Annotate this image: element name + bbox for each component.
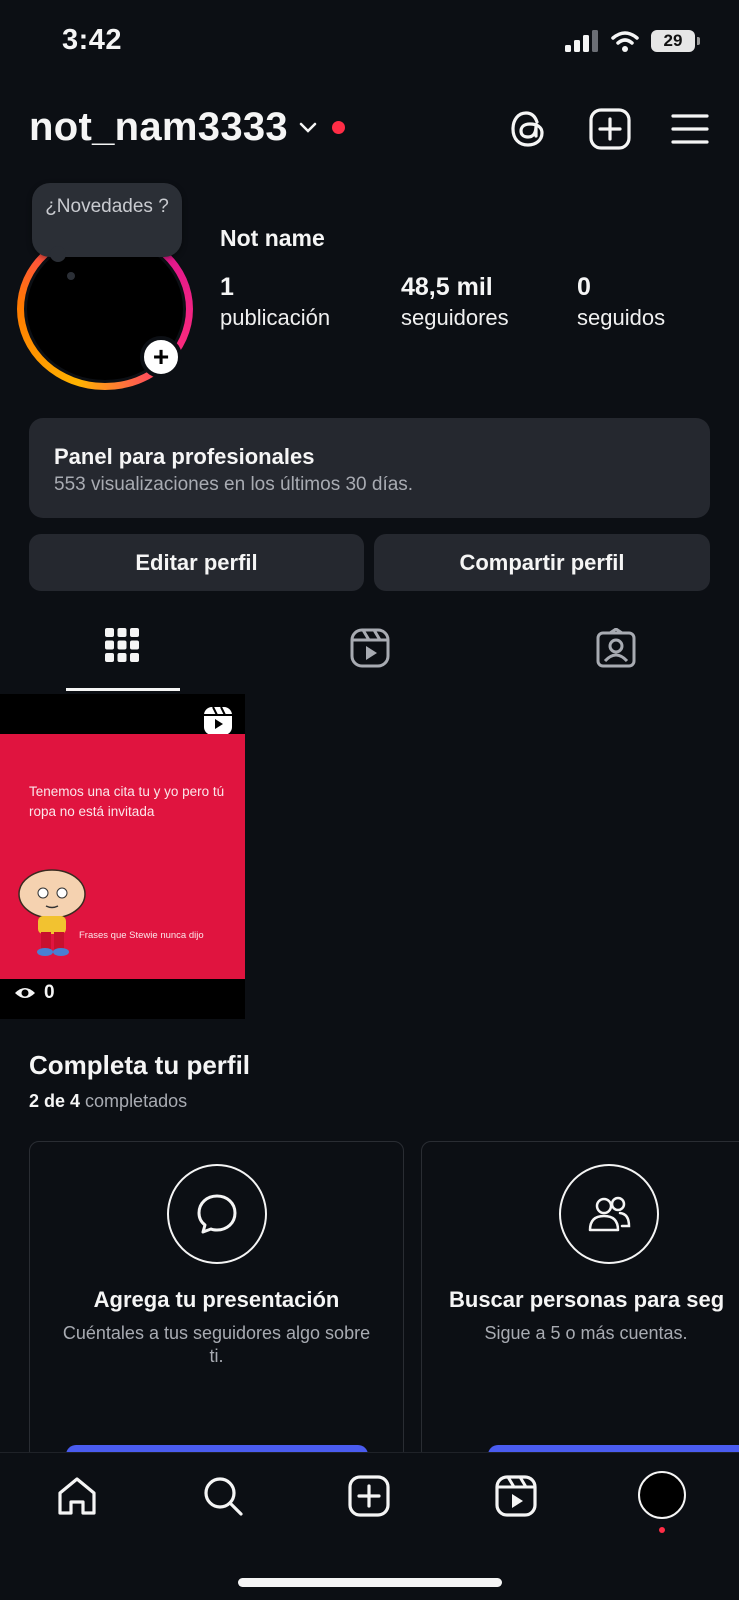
threads-icon[interactable] <box>509 108 549 150</box>
card-title: Buscar personas para seg <box>449 1287 725 1312</box>
notification-dot <box>659 1527 665 1533</box>
post-image: Tenemos una cita tu y yo pero tú ropa no… <box>0 734 245 979</box>
signal-icon <box>565 30 598 52</box>
stewie-illustration <box>18 869 86 956</box>
tab-grid[interactable] <box>105 628 139 667</box>
card-add-bio[interactable]: Agrega tu presentación Cuéntales a tus s… <box>29 1141 404 1461</box>
nav-home[interactable] <box>56 1475 98 1522</box>
home-icon <box>58 1477 96 1515</box>
create-icon <box>348 1475 390 1517</box>
stat-label: seguidores <box>401 305 509 330</box>
reels-icon <box>495 1475 537 1517</box>
chevron-down-icon <box>299 122 317 133</box>
reels-icon <box>350 628 390 668</box>
post-thumbnail[interactable]: Tenemos una cita tu y yo pero tú ropa no… <box>0 694 245 1019</box>
stat-following[interactable]: 0 seguidos <box>577 273 665 331</box>
eye-icon <box>15 988 35 998</box>
post-text: Tenemos una cita tu y yo pero tú ropa no… <box>29 784 225 819</box>
views-count: 0 <box>44 982 55 1003</box>
panel-title: Panel para profesionales <box>54 444 315 469</box>
nav-create[interactable] <box>348 1475 390 1522</box>
card-subtitle: Cuéntales a tus seguidores algo sobre ti… <box>62 1323 371 1366</box>
people-icon <box>559 1164 659 1264</box>
search-icon <box>204 1477 243 1516</box>
post-caption: Frases que Stewie nunca dijo <box>79 930 204 941</box>
card-find-people[interactable]: Buscar personas para seg Sigue a 5 o más… <box>421 1141 739 1461</box>
card-subtitle: Sigue a 5 o más cuentas. <box>484 1323 688 1343</box>
nav-profile[interactable] <box>638 1471 686 1533</box>
stat-value: 48,5 mil <box>401 273 493 301</box>
username: not_nam3333 <box>29 105 288 149</box>
complete-profile-title: Completa tu perfil <box>29 1050 251 1080</box>
share-profile-button[interactable]: Compartir perfil <box>374 534 710 591</box>
stat-value: 0 <box>577 273 591 301</box>
tagged-user-icon <box>596 627 636 668</box>
stat-value: 1 <box>220 273 234 301</box>
add-story-button[interactable]: + <box>140 336 182 378</box>
stat-followers[interactable]: 48,5 mil seguidores <box>401 273 509 331</box>
panel-subtitle: 553 visualizaciones en los últimos 30 dí… <box>54 474 414 495</box>
header-actions <box>509 108 709 150</box>
status-icons: 29 <box>565 30 700 52</box>
post-views: 0 <box>14 982 55 1004</box>
grid-icon <box>105 628 139 662</box>
wifi-icon <box>611 31 639 52</box>
nav-reels[interactable] <box>495 1475 537 1522</box>
progress-count: 2 de 4 <box>29 1091 81 1111</box>
bubble-tail-dot <box>67 272 75 280</box>
tab-tagged[interactable] <box>596 627 636 673</box>
battery-indicator: 29 <box>651 30 700 52</box>
display-name: Not name <box>220 225 325 251</box>
edit-profile-button[interactable]: Editar perfil <box>29 534 364 591</box>
card-title: Agrega tu presentación <box>93 1287 340 1312</box>
bubble-tail <box>50 246 66 262</box>
complete-profile-progress: 2 de 4 completados <box>29 1091 187 1112</box>
profile-avatar-small <box>638 1471 686 1519</box>
status-time: 3:42 <box>62 24 123 56</box>
home-indicator[interactable] <box>238 1578 502 1587</box>
progress-label: completados <box>85 1091 188 1111</box>
stat-label: publicación <box>220 305 331 330</box>
professional-dashboard[interactable]: Panel para profesionales 553 visualizaci… <box>29 418 710 518</box>
nav-search[interactable] <box>202 1475 244 1522</box>
create-post-icon[interactable] <box>589 108 631 150</box>
menu-icon[interactable] <box>671 113 709 145</box>
stat-posts[interactable]: 1 publicación <box>220 273 330 331</box>
chat-bubble-icon <box>167 1164 267 1264</box>
account-switcher[interactable]: not_nam3333 <box>29 105 345 150</box>
tab-reels[interactable] <box>350 628 390 673</box>
stat-label: seguidos <box>577 305 666 330</box>
notification-dot <box>331 121 345 134</box>
active-tab-indicator <box>66 688 180 691</box>
